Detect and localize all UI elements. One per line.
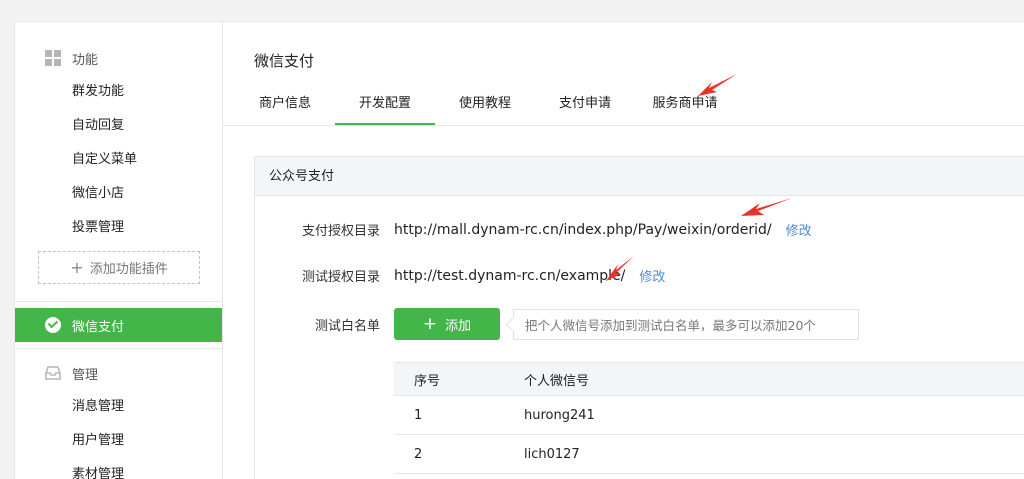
sidebar-item-user-manage[interactable]: 用户管理 bbox=[15, 424, 222, 458]
add-whitelist-button[interactable]: + 添加 bbox=[394, 308, 500, 340]
tab-pay-apply[interactable]: 支付申请 bbox=[535, 84, 635, 126]
sidebar-item-label: 微信支付 bbox=[72, 319, 125, 335]
add-plugin-button[interactable]: + 添加功能插件 bbox=[38, 251, 200, 284]
tab-tutorial[interactable]: 使用教程 bbox=[435, 84, 535, 126]
plus-icon: + bbox=[422, 314, 438, 334]
edit-pay-dir-link[interactable]: 修改 bbox=[786, 220, 812, 239]
tab-provider-apply[interactable]: 服务商申请 bbox=[635, 84, 735, 126]
col-index-header: 序号 bbox=[414, 373, 441, 389]
sidebar-divider bbox=[15, 301, 222, 302]
pay-dir-row: 支付授权目录 http://mall.dynam-rc.cn/index.php… bbox=[255, 220, 812, 240]
sidebar-section-function: 功能 bbox=[15, 41, 222, 75]
sidebar-item-message-manage[interactable]: 消息管理 bbox=[15, 390, 222, 424]
whitelist-table: 序号 个人微信号 1 hurong241 2 lich0127 bbox=[394, 362, 1024, 474]
sidebar-divider bbox=[15, 348, 222, 349]
page-title: 微信支付 bbox=[254, 52, 315, 70]
pay-dir-value: http://mall.dynam-rc.cn/index.php/Pay/we… bbox=[394, 221, 772, 238]
sidebar-item-custom-menu[interactable]: 自定义菜单 bbox=[15, 143, 222, 177]
test-dir-row: 测试授权目录 http://test.dynam-rc.cn/example/ … bbox=[255, 266, 665, 286]
sidebar-item-wechat-shop[interactable]: 微信小店 bbox=[15, 177, 222, 211]
tab-divider bbox=[223, 125, 1024, 126]
panel-title: 公众号支付 bbox=[255, 157, 1024, 196]
whitelist-row: 测试白名单 + 添加 把个人微信号添加到测试白名单，最多可以添加20个 bbox=[255, 308, 859, 340]
add-button-label: 添加 bbox=[445, 318, 472, 334]
test-dir-label: 测试授权目录 bbox=[301, 270, 380, 285]
inbox-icon bbox=[45, 366, 61, 380]
sidebar-item-mass-send[interactable]: 群发功能 bbox=[15, 75, 222, 109]
sidebar-item-vote-manage[interactable]: 投票管理 bbox=[15, 211, 222, 245]
sidebar: 功能 群发功能 自动回复 自定义菜单 微信小店 投票管理 + 添加功能插件 微信… bbox=[14, 21, 223, 479]
row-index: 2 bbox=[414, 446, 423, 462]
row-wechat-id: lich0127 bbox=[524, 446, 580, 462]
edit-test-dir-link[interactable]: 修改 bbox=[639, 266, 665, 285]
jsapi-pay-panel: 公众号支付 支付授权目录 http://mall.dynam-rc.cn/ind… bbox=[254, 156, 1024, 479]
main-content: 微信支付 商户信息 开发配置 使用教程 支付申请 服务商申请 公众号支付 支付授… bbox=[223, 21, 1024, 479]
test-dir-value: http://test.dynam-rc.cn/example/ bbox=[394, 267, 626, 284]
table-row: 2 lich0127 bbox=[394, 435, 1024, 474]
pay-dir-label: 支付授权目录 bbox=[301, 224, 380, 239]
table-row: 1 hurong241 bbox=[394, 396, 1024, 435]
sidebar-item-wechat-pay[interactable]: 微信支付 bbox=[15, 308, 222, 342]
whitelist-label: 测试白名单 bbox=[314, 318, 380, 334]
table-header: 序号 个人微信号 bbox=[394, 363, 1024, 396]
grid-icon bbox=[45, 50, 61, 66]
row-wechat-id: hurong241 bbox=[524, 407, 595, 423]
add-plugin-label: 添加功能插件 bbox=[89, 262, 168, 277]
col-wechat-id-header: 个人微信号 bbox=[524, 373, 590, 389]
sidebar-section-label: 管理 bbox=[72, 367, 99, 383]
sidebar-item-material-manage[interactable]: 素材管理 bbox=[15, 458, 222, 479]
tab-bar: 商户信息 开发配置 使用教程 支付申请 服务商申请 bbox=[235, 84, 735, 126]
row-index: 1 bbox=[414, 407, 423, 423]
tab-merchant-info[interactable]: 商户信息 bbox=[235, 84, 335, 126]
plus-icon: + bbox=[70, 258, 84, 277]
tab-dev-config[interactable]: 开发配置 bbox=[335, 84, 435, 126]
whitelist-tip: 把个人微信号添加到测试白名单，最多可以添加20个 bbox=[513, 308, 859, 340]
sidebar-section-manage: 管理 bbox=[15, 356, 222, 390]
wechat-pay-icon bbox=[45, 317, 61, 333]
sidebar-section-label: 功能 bbox=[72, 52, 99, 68]
sidebar-item-auto-reply[interactable]: 自动回复 bbox=[15, 109, 222, 143]
